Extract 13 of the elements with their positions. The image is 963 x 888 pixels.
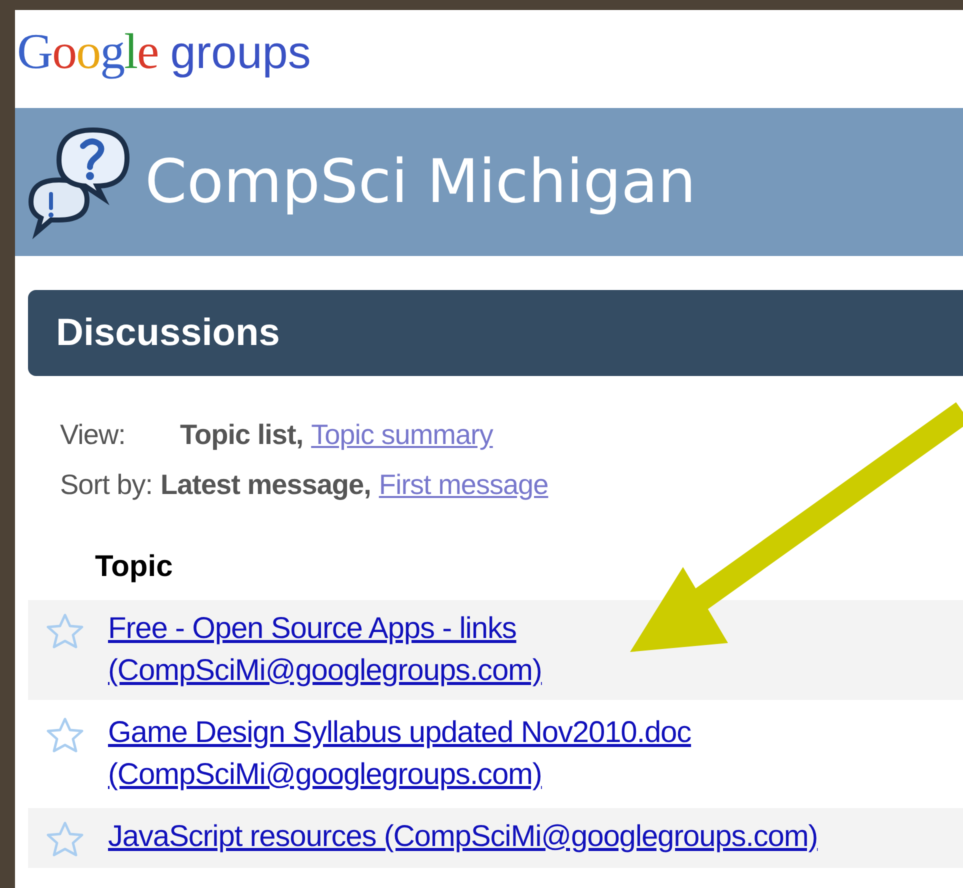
view-label: View:: [60, 419, 126, 451]
section-title: Discussions: [56, 312, 280, 354]
topic-link[interactable]: Free - Open Source Apps - links (CompSciMi@googlegroups.com): [108, 608, 542, 692]
group-title: CompSci Michigan: [145, 147, 696, 217]
sort-option-current: Latest message,: [160, 469, 371, 501]
view-option-current: Topic list,: [180, 419, 304, 451]
topic-link[interactable]: Game Design Syllabus updated Nov2010.doc (CompSciMi@googlegroups.com): [108, 712, 692, 796]
sort-option-link[interactable]: First message: [378, 469, 548, 501]
google-groups-logo[interactable]: Google groups: [15, 10, 311, 98]
topic-column-header: Topic: [95, 550, 173, 584]
view-option-link[interactable]: Topic summary: [311, 419, 493, 451]
topic-link[interactable]: JavaScript resources (CompSciMi@googlegroups.com): [108, 816, 818, 858]
sort-label: Sort by:: [60, 469, 152, 501]
